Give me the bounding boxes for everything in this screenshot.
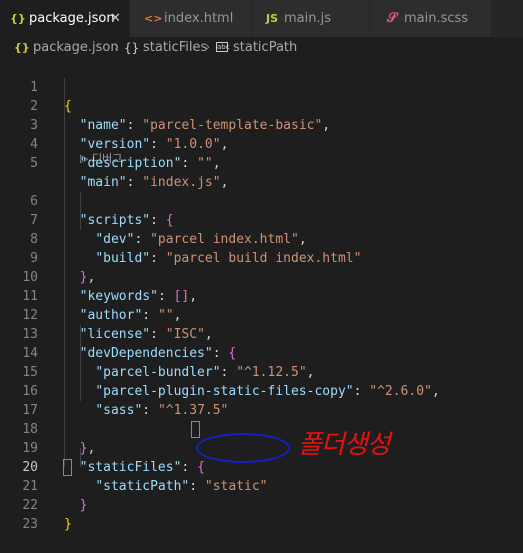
code-line: 7 "dev": "parcel index.html", xyxy=(0,192,523,247)
code-line: 11 "author": "", xyxy=(0,268,523,323)
editor-tab-bar: {} package.json ✕ <> index.html JS main.… xyxy=(0,0,523,37)
bracket-match-highlight xyxy=(63,459,72,476)
code-line: 5 "main": "index.js", xyxy=(0,135,523,190)
annotation-text: 폴더생성 xyxy=(298,430,391,460)
code-line: 23 xyxy=(0,496,523,532)
chevron-right-icon: › xyxy=(205,40,211,55)
json-file-icon: {} xyxy=(10,12,26,25)
code-line: 3 "version": "1.0.0", xyxy=(0,97,523,152)
code-line: 15 "parcel-plugin-static-files-copy": "^… xyxy=(0,344,523,399)
code-line: 17 xyxy=(0,382,523,418)
json-file-icon: {} xyxy=(14,41,30,54)
code-line: 10 "keywords": [], xyxy=(0,249,523,304)
tab-label: main.js xyxy=(284,11,331,26)
code-line: 1 { xyxy=(0,59,523,114)
breadcrumb: {} package.json › {} staticFiles › abc s… xyxy=(0,37,523,59)
code-line: 18 }, xyxy=(0,401,523,456)
code-line: 13 "devDependencies": { xyxy=(0,306,523,361)
code-line: 9 }, xyxy=(0,230,523,285)
annotation-ellipse xyxy=(196,433,290,463)
breadcrumb-staticfiles[interactable]: staticFiles xyxy=(143,37,207,59)
code-line: 14 "parcel-bundler": "^1.12.5", xyxy=(0,325,523,380)
bracket-match-highlight xyxy=(191,421,200,438)
string-icon: abc xyxy=(216,42,230,52)
code-line: 12 "license": "ISC", xyxy=(0,287,523,342)
close-icon[interactable]: ✕ xyxy=(110,0,121,37)
line-code: } xyxy=(64,517,72,532)
tab-main-js[interactable]: JS main.js xyxy=(252,0,370,37)
javascript-file-icon: JS xyxy=(266,12,279,25)
code-line: 4 "description": "", xyxy=(0,116,523,171)
tab-package-json[interactable]: {} package.json ✕ xyxy=(0,0,130,37)
line-code: "description": "", xyxy=(79,156,221,171)
tab-index-html[interactable]: <> index.html xyxy=(130,0,252,37)
code-line: 8 "build": "parcel build index.html" xyxy=(0,211,523,266)
tab-main-scss[interactable]: 𝒮 main.scss xyxy=(370,0,492,37)
tab-label: main.scss xyxy=(404,11,469,26)
tab-label: package.json xyxy=(29,11,115,26)
line-number: 23 xyxy=(22,517,38,532)
code-line: 22 } xyxy=(0,477,523,532)
line-number: 5 xyxy=(30,156,38,171)
html-file-icon: <> xyxy=(144,12,163,25)
object-icon: {} xyxy=(124,41,140,55)
chevron-right-icon: › xyxy=(114,40,120,55)
breadcrumb-file[interactable]: package.json xyxy=(33,37,119,59)
code-line: 6 "scripts": { xyxy=(0,173,523,228)
code-line: 2 "name": "parcel-template-basic", xyxy=(0,78,523,133)
code-line: 16 "sass": "^1.37.5" xyxy=(0,363,523,418)
code-editor[interactable]: ▷ 디버그 1 { 2 "name": "parcel-template-bas… xyxy=(0,59,523,535)
tab-label: index.html xyxy=(164,11,234,26)
breadcrumb-staticpath[interactable]: staticPath xyxy=(233,37,297,59)
sass-file-icon: 𝒮 xyxy=(387,11,398,26)
